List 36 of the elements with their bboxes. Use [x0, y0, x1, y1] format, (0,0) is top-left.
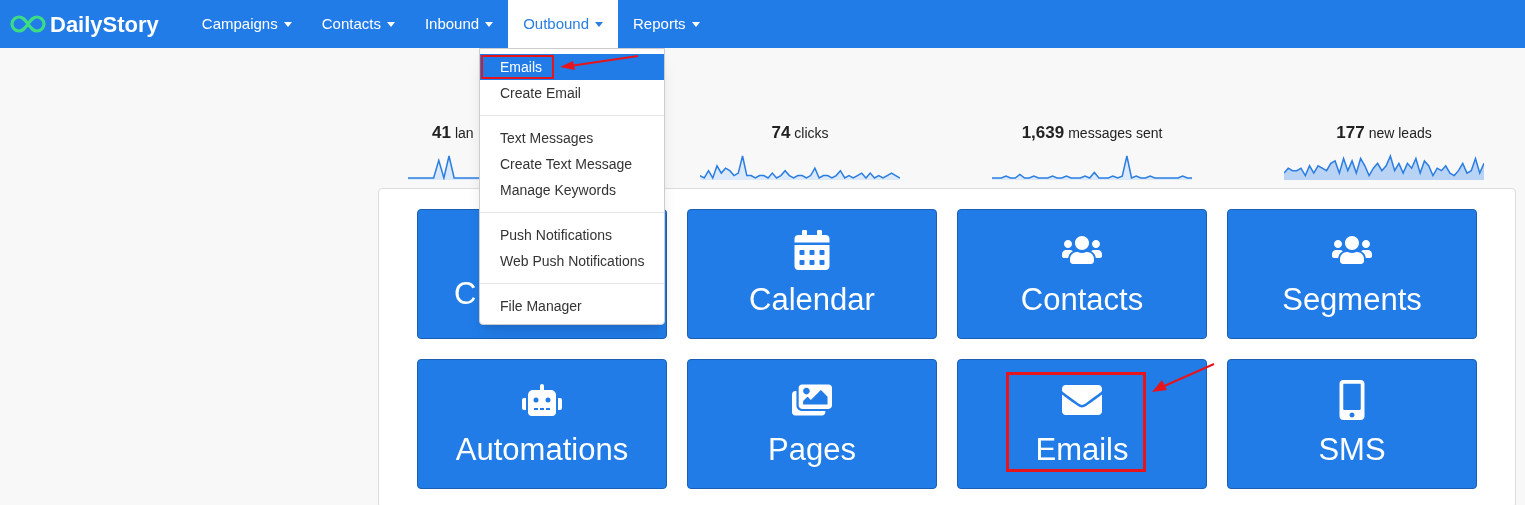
brand-name: DailyStory: [50, 10, 159, 39]
dropdown-item[interactable]: File Manager: [480, 293, 664, 319]
stat-label: messages sent: [1068, 124, 1163, 143]
annotation-arrow: [1150, 362, 1216, 394]
menu-tile[interactable]: Calendar: [687, 208, 937, 339]
dropdown-item[interactable]: Manage Keywords: [480, 177, 664, 203]
menu-tile[interactable]: Segments: [1227, 208, 1477, 339]
caret-icon: [595, 21, 604, 27]
dropdown-item[interactable]: Push Notifications: [480, 222, 664, 248]
menu-tile[interactable]: Emails: [957, 358, 1207, 489]
dropdown-item[interactable]: Text Messages: [480, 125, 664, 151]
nav-menu[interactable]: Inbound: [409, 0, 509, 48]
menu-tile[interactable]: Automations: [417, 358, 667, 489]
caret-icon: [691, 21, 700, 27]
nav-menu[interactable]: Campaigns: [186, 0, 307, 48]
stat-label: clicks: [794, 124, 829, 143]
stat-value: 41: [432, 122, 451, 144]
caret-icon: [386, 21, 395, 27]
stat-value: 177: [1336, 122, 1365, 144]
stat-value: 1,639: [1021, 122, 1065, 144]
menu-tile[interactable]: Contacts: [957, 208, 1207, 339]
caret-icon: [283, 21, 292, 27]
stat-label: new leads: [1368, 124, 1432, 143]
menu-tile[interactable]: Pages: [687, 358, 937, 489]
dropdown-item[interactable]: Create Text Message: [480, 151, 664, 177]
calendar-icon: [792, 229, 832, 270]
infinity-logo-icon: [10, 14, 46, 34]
nav-menu[interactable]: Contacts: [306, 0, 410, 48]
dropdown-item[interactable]: Create Email: [480, 80, 664, 106]
stat-value: 74: [771, 122, 791, 144]
nav-menu[interactable]: Reports: [618, 0, 715, 48]
stat-label: lan: [454, 124, 474, 143]
nav-menu[interactable]: Outbound: [508, 0, 619, 48]
caret-icon: [485, 21, 494, 27]
menu-tile[interactable]: SMS: [1227, 358, 1477, 489]
dropdown-item[interactable]: Web Push Notifications: [480, 248, 664, 274]
